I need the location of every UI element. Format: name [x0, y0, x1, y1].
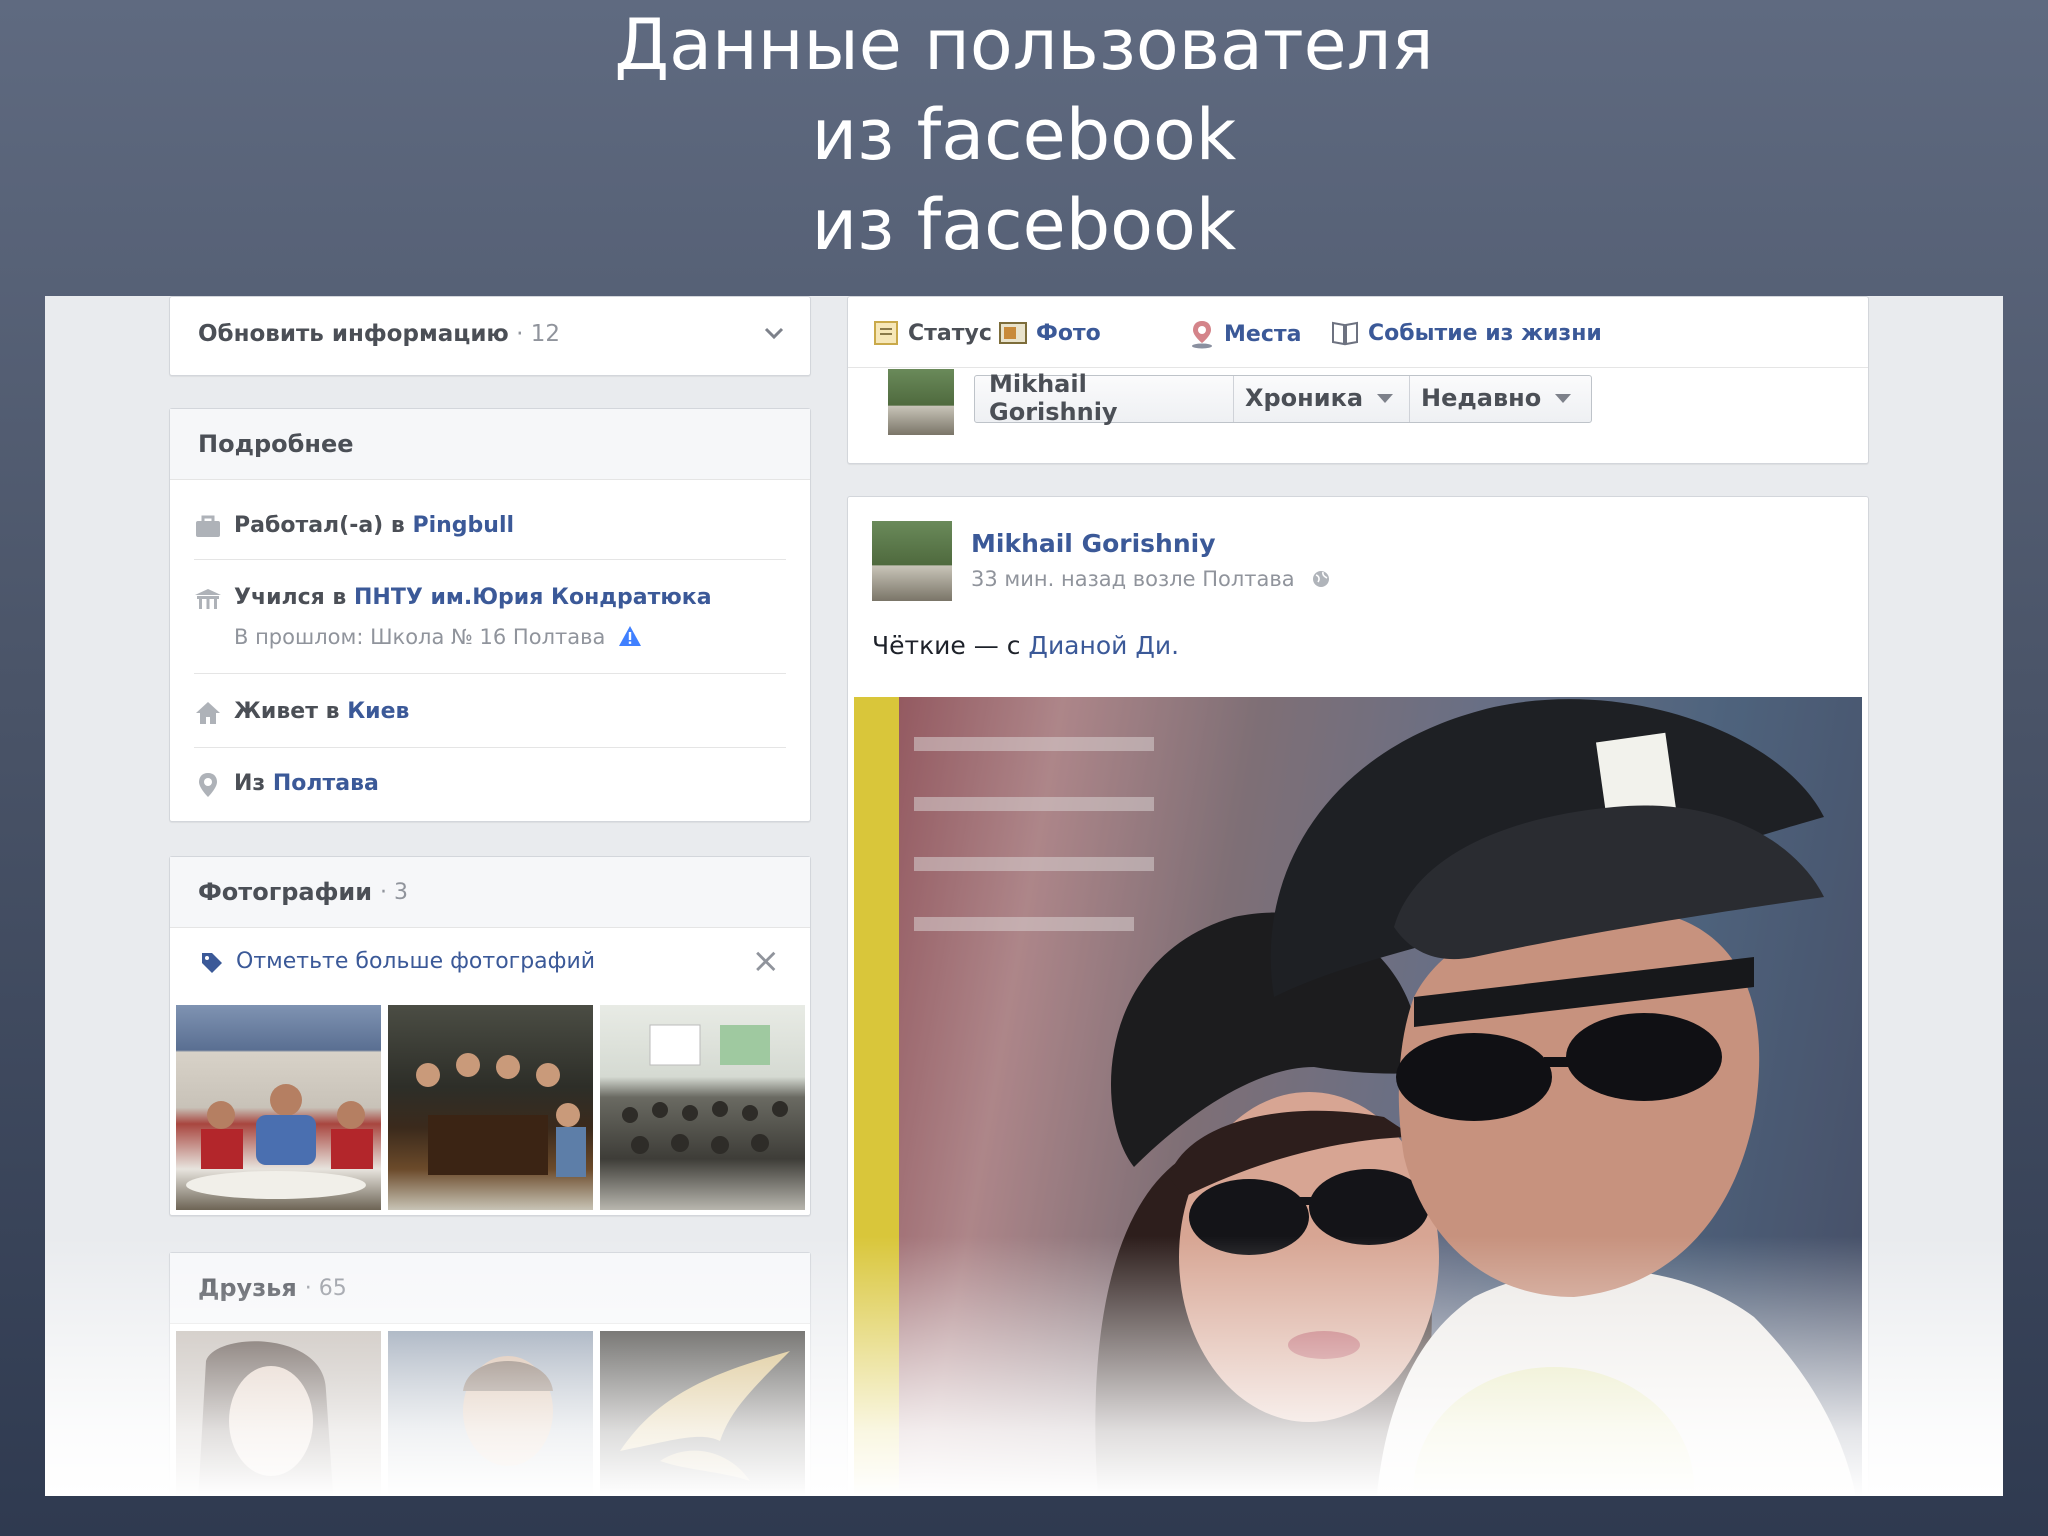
friend-photo-3[interactable]	[600, 1331, 805, 1496]
facebook-screenshot: Обновить информацию · 12 Подробнее Работ…	[45, 296, 2003, 1496]
chevron-down-icon[interactable]	[764, 327, 784, 341]
friend-avatar	[620, 1351, 790, 1481]
slide-title-line-2: из facebook	[811, 94, 1237, 176]
slide-title: Данные пользователя из facebook из faceb…	[0, 0, 2048, 270]
status-icon	[874, 321, 898, 345]
life-event-action[interactable]: Событие из жизни	[1330, 319, 1602, 347]
filter-sort-label: Недавно	[1421, 384, 1542, 412]
photos-count: · 3	[380, 879, 409, 905]
friend-photo-2[interactable]	[388, 1331, 593, 1496]
places-icon	[1192, 321, 1212, 349]
post-card: Mikhail Gorishniy 33 мин. назад возле По…	[847, 496, 1869, 1496]
from-link[interactable]: Полтава	[273, 771, 379, 796]
places-label: Места	[1224, 321, 1302, 347]
study-prefix: Учился в	[234, 585, 355, 610]
friend-avatar	[463, 1356, 553, 1466]
study-link[interactable]: ПНТУ им.Юрия Кондратюка	[354, 585, 712, 610]
update-info-count: · 12	[516, 321, 560, 347]
photo-image	[186, 1084, 373, 1199]
details-header: Подробнее	[170, 409, 810, 480]
divider	[194, 559, 786, 560]
globe-icon[interactable]	[1311, 569, 1331, 589]
places-action[interactable]: Места	[1188, 319, 1301, 349]
details-card: Подробнее Работал(-а) в Pingbull Учился …	[169, 408, 811, 822]
friends-header[interactable]: Друзья · 65	[170, 1253, 810, 1324]
photo-image	[854, 697, 1862, 1496]
photo-icon	[999, 322, 1027, 344]
divider	[848, 367, 1868, 368]
tag-prompt-link[interactable]: Отметьте больше фотографий	[236, 949, 595, 974]
post-author-name[interactable]: Mikhail Gorishniy	[971, 529, 1216, 558]
post-meta[interactable]: 33 мин. назад возле Полтава	[971, 567, 1295, 591]
filter-sort-dropdown[interactable]: Недавно	[1421, 376, 1572, 420]
composer-card: Статус Фото Места Событие из жизни Mikha…	[847, 296, 1869, 464]
timeline-filter: Mikhail Gorishniy Хроника Недавно	[974, 370, 1592, 426]
lives-link[interactable]: Киев	[347, 699, 409, 724]
friend-photo-1[interactable]	[176, 1331, 381, 1496]
slide-title-line-3: из facebook	[811, 184, 1237, 266]
house-icon	[196, 702, 220, 724]
dropdown-arrow-icon	[1377, 393, 1394, 403]
location-pin-icon	[199, 773, 217, 797]
friend-avatar	[198, 1341, 334, 1496]
photo-action[interactable]: Фото	[998, 319, 1101, 347]
tag-prompt-row: Отметьте больше фотографий ×	[170, 929, 810, 999]
filter-view-label: Хроника	[1245, 384, 1364, 412]
status-label: Статус	[908, 320, 992, 346]
status-action[interactable]: Статус	[872, 319, 992, 347]
update-info-card[interactable]: Обновить информацию · 12	[169, 296, 811, 376]
study-past: В прошлом: Школа № 16 Полтава	[234, 625, 606, 649]
school-icon	[195, 589, 221, 609]
warning-icon[interactable]	[618, 625, 642, 647]
photos-card: Фотографии · 3 Отметьте больше фотографи…	[169, 856, 811, 1216]
from-prefix: Из	[234, 771, 273, 796]
divider	[194, 673, 786, 674]
friends-count: · 65	[304, 1275, 347, 1301]
work-link[interactable]: Pingbull	[412, 513, 514, 538]
life-event-label: Событие из жизни	[1368, 320, 1602, 346]
tag-icon	[202, 953, 222, 973]
filter-view-dropdown[interactable]: Хроника	[1245, 376, 1394, 420]
filter-name[interactable]: Mikhail Gorishniy	[989, 370, 1219, 426]
dropdown-arrow-icon	[1555, 393, 1572, 403]
update-info-label: Обновить информацию	[198, 321, 509, 347]
friends-title: Друзья	[198, 1274, 297, 1302]
life-event-icon	[1332, 321, 1358, 346]
photo-image	[622, 1024, 788, 1154]
composer-avatar	[888, 369, 954, 435]
post-photo[interactable]	[854, 697, 1862, 1496]
friends-card: Друзья · 65	[169, 1252, 811, 1496]
briefcase-icon	[196, 515, 220, 537]
photos-header[interactable]: Фотографии · 3	[170, 857, 810, 928]
photo-thumbnail-2[interactable]	[388, 1005, 593, 1210]
photo-label: Фото	[1036, 320, 1101, 346]
post-text: Чёткие — с Дианой Ди.	[872, 631, 1179, 660]
photo-image	[416, 1053, 586, 1177]
slide-title-line-1: Данные пользователя	[614, 4, 1434, 86]
lives-prefix: Живет в	[234, 699, 348, 724]
photo-thumbnail-1[interactable]	[176, 1005, 381, 1210]
post-author-avatar[interactable]	[872, 521, 952, 601]
photos-title: Фотографии	[198, 878, 373, 906]
photo-thumbnail-3[interactable]	[600, 1005, 805, 1210]
post-text-prefix: Чёткие — с	[872, 631, 1029, 660]
divider	[194, 747, 786, 748]
work-prefix: Работал(-а) в	[234, 513, 413, 538]
close-icon[interactable]: ×	[752, 941, 781, 981]
tagged-friend-link[interactable]: Дианой Ди.	[1028, 631, 1179, 660]
